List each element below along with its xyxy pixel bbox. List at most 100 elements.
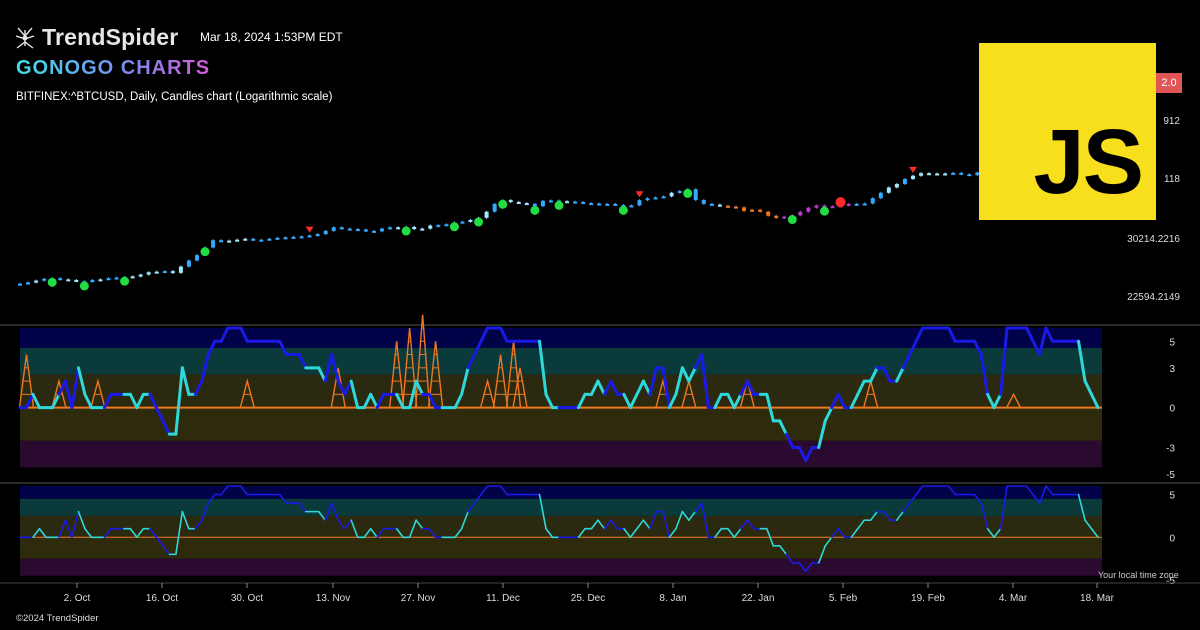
candle-body <box>540 200 545 207</box>
candle-body <box>653 197 658 200</box>
buy-marker <box>47 277 57 287</box>
candle-body <box>750 209 755 212</box>
sell-marker <box>635 191 644 198</box>
buy-marker <box>401 226 411 236</box>
candle-body <box>380 228 385 232</box>
candle-body <box>90 279 95 282</box>
candle-body <box>396 227 401 230</box>
candle-body <box>669 192 674 197</box>
candle-body <box>701 200 706 204</box>
buy-marker <box>120 276 130 286</box>
candle-body <box>436 225 441 228</box>
candle-body <box>355 229 360 232</box>
buy-marker <box>683 188 693 198</box>
candle-body <box>178 266 183 273</box>
candle-body <box>66 279 71 282</box>
candle-body <box>798 211 803 216</box>
oscillator-band <box>20 407 1102 441</box>
oscillator-band <box>20 537 1102 559</box>
candle-body <box>74 279 79 282</box>
candle-body <box>363 229 368 232</box>
price-tick-label: 912 <box>1163 116 1180 127</box>
js-logo-text: JS <box>1033 111 1144 213</box>
candle-body <box>492 203 497 212</box>
buy-marker <box>474 217 484 227</box>
candle-body <box>114 277 119 280</box>
oscillator-band <box>20 440 1102 468</box>
oscillator-band <box>20 328 1102 348</box>
candle-body <box>460 221 465 224</box>
sell-marker <box>908 166 917 173</box>
candle-body <box>323 230 328 235</box>
candle-body <box>894 184 899 188</box>
candle-body <box>291 236 296 239</box>
candle-body <box>243 238 248 241</box>
brand-name: TrendSpider <box>42 24 179 50</box>
candle-body <box>613 203 618 206</box>
buy-marker <box>200 247 210 257</box>
candle-body <box>637 200 642 206</box>
candle-body <box>347 228 352 231</box>
oscillator-band <box>20 486 1102 499</box>
candle-body <box>339 227 344 230</box>
candle-body <box>412 226 417 230</box>
candle-body <box>806 207 811 212</box>
candle-body <box>371 230 376 233</box>
oscillator-tick-label: 0 <box>1169 533 1175 544</box>
candle-body <box>742 207 747 211</box>
gonogo-title: GONOGO CHARTS <box>16 57 211 79</box>
buy-marker <box>787 215 797 225</box>
candle-body <box>709 203 714 206</box>
candle-body <box>219 240 224 243</box>
candle-body <box>814 205 819 208</box>
candle-body <box>106 278 111 281</box>
candle-body <box>315 234 320 237</box>
candle-body <box>138 274 143 277</box>
oscillator-band <box>20 515 1102 538</box>
oscillator-tick-label: 5 <box>1169 337 1175 348</box>
candle-body <box>725 205 730 208</box>
candle-body <box>331 227 336 231</box>
candle-body <box>878 192 883 199</box>
candle-body <box>484 211 489 218</box>
candle-body <box>420 228 425 231</box>
candle-body <box>589 203 594 206</box>
candle-body <box>548 200 553 203</box>
candle-body <box>870 198 875 204</box>
candle-body <box>605 203 610 206</box>
candle-body <box>959 172 964 175</box>
candle-body <box>935 173 940 176</box>
candle-body <box>468 219 473 222</box>
x-tick-label: 25. Dec <box>571 593 605 604</box>
js-logo: JS <box>979 43 1156 220</box>
candle-body <box>693 189 698 201</box>
candle-body <box>919 173 924 176</box>
copyright: ©2024 TrendSpider <box>16 613 99 624</box>
oscillator-tick-label: -3 <box>1166 443 1175 454</box>
candle-body <box>34 280 39 283</box>
candle-body <box>194 255 199 261</box>
candle-body <box>267 238 272 241</box>
candle-body <box>130 276 135 279</box>
x-tick-label: 16. Oct <box>146 593 178 604</box>
sell-marker <box>835 197 846 208</box>
x-tick-label: 19. Feb <box>911 593 945 604</box>
candle-body <box>259 239 264 242</box>
candle-body <box>146 272 151 275</box>
candle-body <box>211 240 216 248</box>
x-tick-label: 11. Dec <box>486 593 520 604</box>
candle-body <box>774 215 779 218</box>
candle-body <box>758 209 763 212</box>
candle-body <box>733 206 738 209</box>
candle-body <box>42 278 47 281</box>
candle-body <box>524 203 529 206</box>
candle-body <box>597 203 602 206</box>
buy-marker <box>79 281 89 291</box>
candle-body <box>951 172 956 175</box>
candle-body <box>516 201 521 204</box>
buy-marker <box>554 200 564 210</box>
oscillator-band <box>20 558 1102 576</box>
candle-body <box>581 201 586 204</box>
spider-icon <box>15 27 35 49</box>
candle-body <box>275 237 280 240</box>
